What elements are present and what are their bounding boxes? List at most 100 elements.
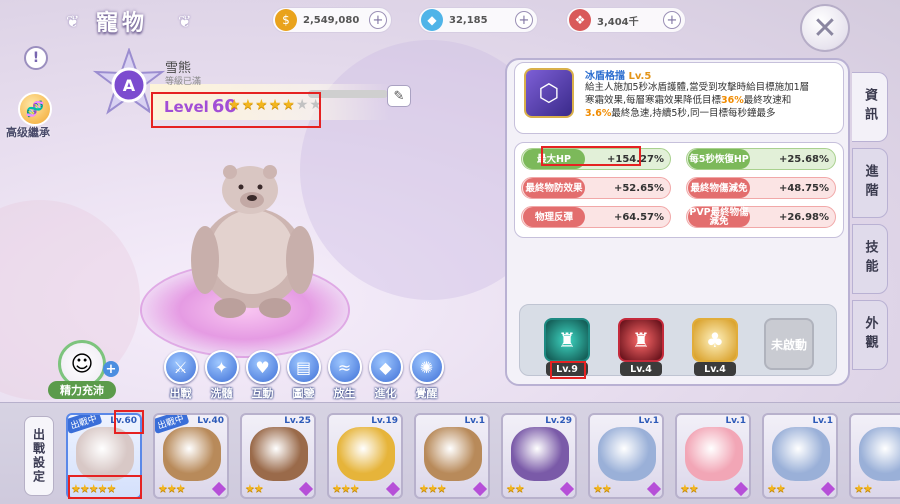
shield-icon[interactable]: ⬡ [524,68,574,118]
wing-right-icon: ❦ [178,12,192,31]
pet-card[interactable]: Lv.1 ★★ [588,413,664,499]
edit-name-button[interactable]: ✎ [387,85,411,107]
pet-portrait [424,427,482,481]
add-diamond-button[interactable]: + [515,11,533,29]
pet-card[interactable]: Lv.29 ★★ [501,413,577,499]
pet-portrait [511,427,569,481]
resource-ticket: ❖ 3,404千 + [566,7,686,33]
element-gem-icon [733,481,749,497]
top-bar: ❦ 寵物 ❦ $ 2,549,080 + ◆ 32,185 + ❖ 3,404千… [0,0,900,52]
action-label: 覺醒 [415,387,438,400]
tab-advance[interactable]: 進階 [852,148,888,218]
desc-highlight: 3.6% [585,108,612,119]
skill-gold-icon[interactable]: ♣ [692,318,738,362]
action-wash-button[interactable]: ✦ 洗髓 [203,350,240,401]
stat-phys-reflect: 物理反彈 +64.57% [521,206,671,228]
action-label: 圖鑒 [292,387,315,400]
action-bar: ⚔ 出戰 ✦ 洗髓 ♥ 互動 ▤ 圖鑒 ≈ 放生 ◆ 進化 ✺ 覺醒 [162,350,445,401]
pet-card[interactable]: Lv.1 ★★ [762,413,838,499]
locked-skill-slot[interactable]: 未啟動 [764,318,814,370]
element-gem-icon [211,481,227,497]
element-gem-icon [820,481,836,497]
inherit-label: 高级繼承 [6,126,50,139]
action-deploy-button[interactable]: ⚔ 出戰 [162,350,199,401]
stat-phys-reduce: 最終物傷減免 +48.75% [686,177,836,199]
energy-label: 精力充沛 [48,381,116,399]
stat-name: 最終物防效果 [523,178,585,198]
pet-card-stars: ★★★ [419,482,447,495]
awaken-icon: ✺ [409,350,444,384]
pet-model[interactable] [180,160,320,320]
element-gem-icon [298,481,314,497]
action-evolve-button[interactable]: ◆ 進化 [367,350,404,401]
desc-text: 最終急速,持續5秒,同一目標每秒鐘最多 [611,108,776,119]
exclamation-icon: ! [32,50,40,66]
crystal-icon: ◆ [368,350,403,384]
pet-card-level: Lv.1 [638,416,659,426]
tab-skills[interactable]: 技能 [852,224,888,294]
action-release-button[interactable]: ≈ 放生 [326,350,363,401]
dna-icon: 🧬 [25,100,45,118]
release-icon: ≈ [327,350,362,384]
pet-card-level: Lv.1 [464,416,485,426]
pet-portrait [859,427,900,481]
pet-card-level: Lv.29 [545,416,572,426]
skill-description: 給主人施加5秒冰盾護體,當受到攻擊時給目標施加1層寒霜效果,每層寒霜效果降低目標… [585,81,817,121]
diamond-icon: ◆ [421,9,443,31]
pet-card-stars: ★★★ [332,482,360,495]
pet-card[interactable]: Lv.1 ★★★ [414,413,490,499]
action-label: 洗髓 [210,387,233,400]
pet-portrait [685,427,743,481]
pet-portrait [163,427,221,481]
pet-card-level: Lv.1 [725,416,746,426]
skill-red-icon[interactable]: ♜ [618,318,664,362]
tab-appearance[interactable]: 外觀 [852,300,888,370]
add-ticket-button[interactable]: + [663,11,681,29]
stat-name: 物理反彈 [523,207,585,227]
stat-hp-regen: 每5秒恢復HP +25.68% [686,148,836,170]
desc-highlight: 36% [721,95,744,106]
deploy-settings-button[interactable]: 出戰設定 [24,416,54,496]
pet-card-stars: ★★ [506,482,525,495]
stat-phys-def: 最終物防效果 +52.65% [521,177,671,199]
pet-card-stars: ★★ [680,482,699,495]
pet-card[interactable]: Lv.25 ★★ [240,413,316,499]
wing-left-icon: ❦ [66,12,80,31]
pet-card[interactable]: 出戰中 Lv.40 ★★★ [153,413,229,499]
inherit-button[interactable]: 🧬 [18,92,52,126]
skill-teal-icon[interactable]: ♜ [544,318,590,362]
stat-name: 最終物傷減免 [688,178,750,198]
stat-value: +64.57% [613,211,664,223]
element-gem-icon [385,481,401,497]
pet-card-level: Lv.19 [371,416,398,426]
highlight-box [68,475,142,499]
stat-value: +52.65% [613,182,664,194]
action-interact-button[interactable]: ♥ 互動 [244,350,281,401]
info-button[interactable]: ! [24,46,48,70]
pet-subtitle: 等級已滿 [165,77,202,87]
tab-info[interactable]: 資訊 [852,72,888,142]
element-gem-icon [559,481,575,497]
highlight-box [550,361,586,379]
pet-card[interactable]: Lv.19 ★★★ [327,413,403,499]
resource-diamond: ◆ 32,185 + [418,7,538,33]
add-gold-button[interactable]: + [369,11,387,29]
pet-card-stars: ★★ [245,482,264,495]
action-handbook-button[interactable]: ▤ 圖鑒 [285,350,322,401]
skill-name: 冰盾格擋 Lv.5 [585,67,651,82]
gold-coin-icon: $ [275,9,297,31]
action-label: 互動 [251,387,274,400]
skill-level-2: Lv.4 [620,362,662,376]
stat-name: PVP最終物傷減免 [688,207,750,227]
pet-portrait [250,427,308,481]
close-button[interactable]: ✕ [800,4,850,52]
action-awaken-button[interactable]: ✺ 覺醒 [408,350,445,401]
element-gem-icon [472,481,488,497]
pet-card-stars: ★★★ [158,482,186,495]
pet-card[interactable]: Lv.1 ★★ [675,413,751,499]
add-energy-button[interactable]: + [103,361,119,377]
heart-icon: ♥ [245,350,280,384]
pet-card[interactable]: ★★ [849,413,900,499]
action-label: 出戰 [169,387,192,400]
pet-portrait [76,427,134,481]
